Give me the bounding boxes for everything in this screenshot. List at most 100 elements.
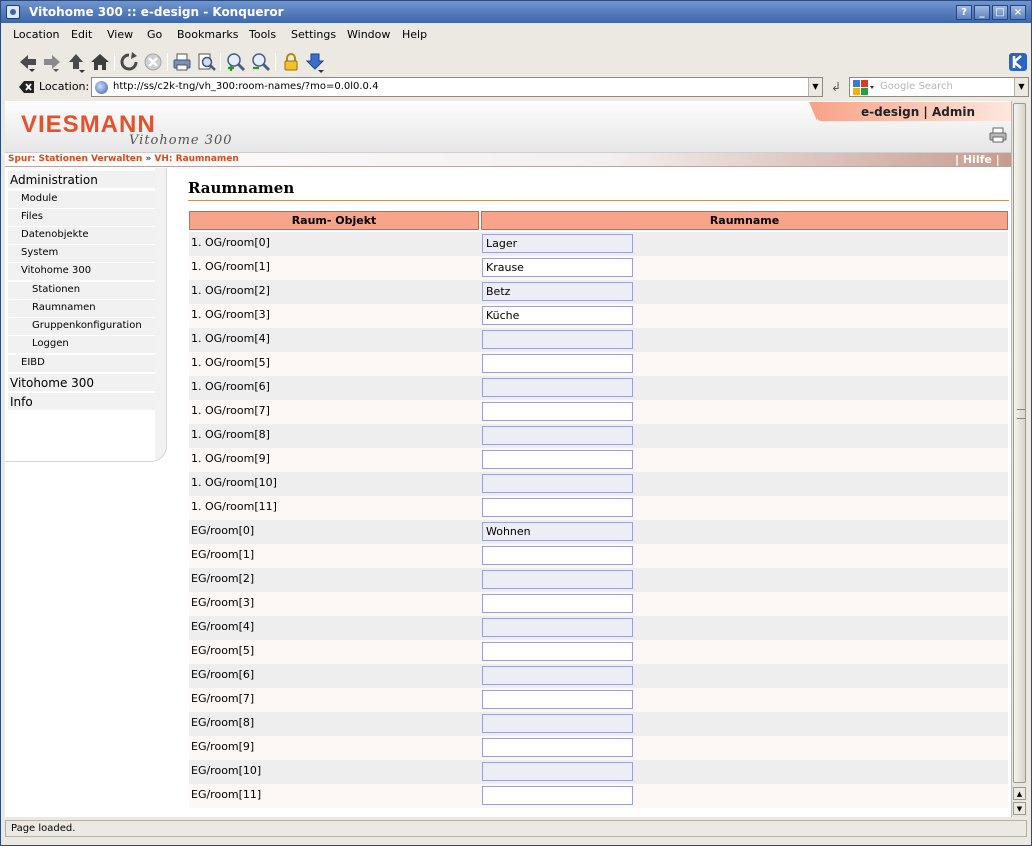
room-name-input[interactable] xyxy=(482,306,633,325)
sidebar-item-eibd[interactable]: EIBD xyxy=(8,355,156,372)
maximize-button[interactable]: □ xyxy=(992,5,1008,20)
scrollbar-thumb[interactable] xyxy=(1013,103,1026,783)
menu-go[interactable]: Go xyxy=(147,28,162,41)
favicon-icon xyxy=(95,81,108,94)
kde-logo-icon[interactable] xyxy=(1007,51,1029,73)
help-link[interactable]: | Hilfe | xyxy=(955,153,1000,166)
room-name-input[interactable] xyxy=(482,786,633,805)
print-icon[interactable] xyxy=(171,51,193,73)
menu-settings[interactable]: Settings xyxy=(291,28,336,41)
room-name-input[interactable] xyxy=(482,378,633,397)
table-row: EG/room[4] xyxy=(189,616,1008,640)
sidebar-item-datenobjekte[interactable]: Datenobjekte xyxy=(8,227,156,244)
room-name-input[interactable] xyxy=(482,498,633,517)
menu-view[interactable]: View xyxy=(107,28,133,41)
window-title: Vitohome 300 :: e-design - Konqueror xyxy=(29,5,284,19)
reload-icon[interactable] xyxy=(118,51,140,73)
minimize-button[interactable]: _ xyxy=(974,5,990,20)
toolbar xyxy=(1,47,1031,75)
zoom-in-icon[interactable] xyxy=(225,51,247,73)
room-name-input[interactable] xyxy=(482,258,633,277)
sidebar-item-administration[interactable]: Administration xyxy=(8,171,156,188)
konqueror-app-icon[interactable] xyxy=(6,5,20,19)
clear-location-icon[interactable] xyxy=(19,80,35,94)
menu-tools[interactable]: Tools xyxy=(249,28,276,41)
menu-window[interactable]: Window xyxy=(347,28,390,41)
sidebar-item-vitohome-300-top[interactable]: Vitohome 300 xyxy=(8,374,156,391)
sidebar-item-system[interactable]: System xyxy=(8,245,156,262)
stop-icon[interactable] xyxy=(142,51,164,73)
room-name-input[interactable] xyxy=(482,714,633,733)
scroll-up-button[interactable]: ▲ xyxy=(1013,787,1026,800)
url-text[interactable]: http://ss/c2k-tng/vh_300:room-names/?mo=… xyxy=(113,81,378,92)
room-name-input[interactable] xyxy=(482,666,633,685)
home-icon[interactable] xyxy=(89,51,111,73)
table-row: 1. OG/room[4] xyxy=(189,328,1008,352)
room-name-input[interactable] xyxy=(482,690,633,709)
room-name-input[interactable] xyxy=(482,738,633,757)
close-window-button[interactable]: × xyxy=(1010,5,1026,20)
forward-icon[interactable] xyxy=(41,51,63,73)
download-icon[interactable] xyxy=(304,51,326,73)
room-name-input[interactable] xyxy=(482,642,633,661)
search-engine-dropdown[interactable]: ▼ xyxy=(1014,78,1028,96)
sidebar-item-files[interactable]: Files xyxy=(8,209,156,226)
breadcrumb-item[interactable]: VH: Raumnamen xyxy=(154,154,238,164)
print-page-icon[interactable] xyxy=(989,127,1007,143)
table-row: EG/room[8] xyxy=(189,712,1008,736)
sidebar-item-stationen[interactable]: Stationen xyxy=(8,282,156,299)
sidebar-item-label: Administration xyxy=(10,173,98,187)
help-window-button[interactable]: ? xyxy=(956,5,972,20)
url-input[interactable]: http://ss/c2k-tng/vh_300:room-names/?mo=… xyxy=(91,77,823,97)
sidebar-item-module[interactable]: Module xyxy=(8,191,156,208)
room-name-input[interactable] xyxy=(482,522,633,541)
url-history-dropdown[interactable]: ▼ xyxy=(808,78,822,96)
room-name-input[interactable] xyxy=(482,330,633,349)
room-name-input[interactable] xyxy=(482,570,633,589)
room-name-input[interactable] xyxy=(482,402,633,421)
room-name-input[interactable] xyxy=(482,474,633,493)
table-row: EG/room[7] xyxy=(189,688,1008,712)
scroll-down-button[interactable]: ▼ xyxy=(1013,802,1026,815)
browser-window: Vitohome 300 :: e-design - Konqueror ? _… xyxy=(0,0,1032,846)
room-object-label: EG/room[11] xyxy=(191,788,262,801)
sidebar-item-raumnamen[interactable]: Raumnamen xyxy=(8,300,156,317)
lock-icon[interactable] xyxy=(280,51,302,73)
vertical-scrollbar[interactable]: ▲ ▼ xyxy=(1011,101,1027,817)
room-object-label: EG/room[8] xyxy=(191,716,255,729)
back-icon[interactable] xyxy=(17,51,39,73)
room-name-input[interactable] xyxy=(482,426,633,445)
go-icon[interactable]: ↲ xyxy=(829,80,843,94)
table-row: 1. OG/room[0] xyxy=(189,232,1008,256)
room-name-input[interactable] xyxy=(482,546,633,565)
google-search-icon[interactable] xyxy=(852,79,874,96)
sidebar-item-label: Gruppenkonfiguration xyxy=(32,320,142,331)
menu-bookmarks[interactable]: Bookmarks xyxy=(177,28,238,41)
title-divider xyxy=(188,200,1009,201)
sidebar-item-info[interactable]: Info xyxy=(8,393,156,410)
title-bar[interactable]: Vitohome 300 :: e-design - Konqueror ? _… xyxy=(1,1,1031,23)
room-name-input[interactable] xyxy=(482,762,633,781)
room-name-input[interactable] xyxy=(482,282,633,301)
sidebar-item-gruppenkonfiguration[interactable]: Gruppenkonfiguration xyxy=(8,318,156,335)
search-input[interactable]: Google Search ▼ xyxy=(849,77,1029,97)
menu-edit[interactable]: Edit xyxy=(71,28,92,41)
print-preview-icon[interactable] xyxy=(195,51,217,73)
sidebar-item-loggen[interactable]: Loggen xyxy=(8,336,156,353)
room-name-input[interactable] xyxy=(482,234,633,253)
room-object-label: 1. OG/room[1] xyxy=(191,260,270,273)
menu-help[interactable]: Help xyxy=(402,28,427,41)
user-label[interactable]: e-design | Admin xyxy=(861,105,975,119)
menu-location[interactable]: Location xyxy=(13,28,60,41)
up-icon[interactable] xyxy=(65,51,87,73)
room-name-input[interactable] xyxy=(482,450,633,469)
room-object-label: EG/room[4] xyxy=(191,620,255,633)
sidebar-item-label: Files xyxy=(21,211,43,222)
room-name-input[interactable] xyxy=(482,594,633,613)
zoom-out-icon[interactable] xyxy=(250,51,272,73)
room-name-input[interactable] xyxy=(482,618,633,637)
breadcrumb-item[interactable]: Stationen Verwalten xyxy=(39,154,143,164)
room-name-input[interactable] xyxy=(482,354,633,373)
sidebar-item-vitohome-300[interactable]: Vitohome 300 xyxy=(8,263,156,280)
room-object-label: 1. OG/room[3] xyxy=(191,308,270,321)
